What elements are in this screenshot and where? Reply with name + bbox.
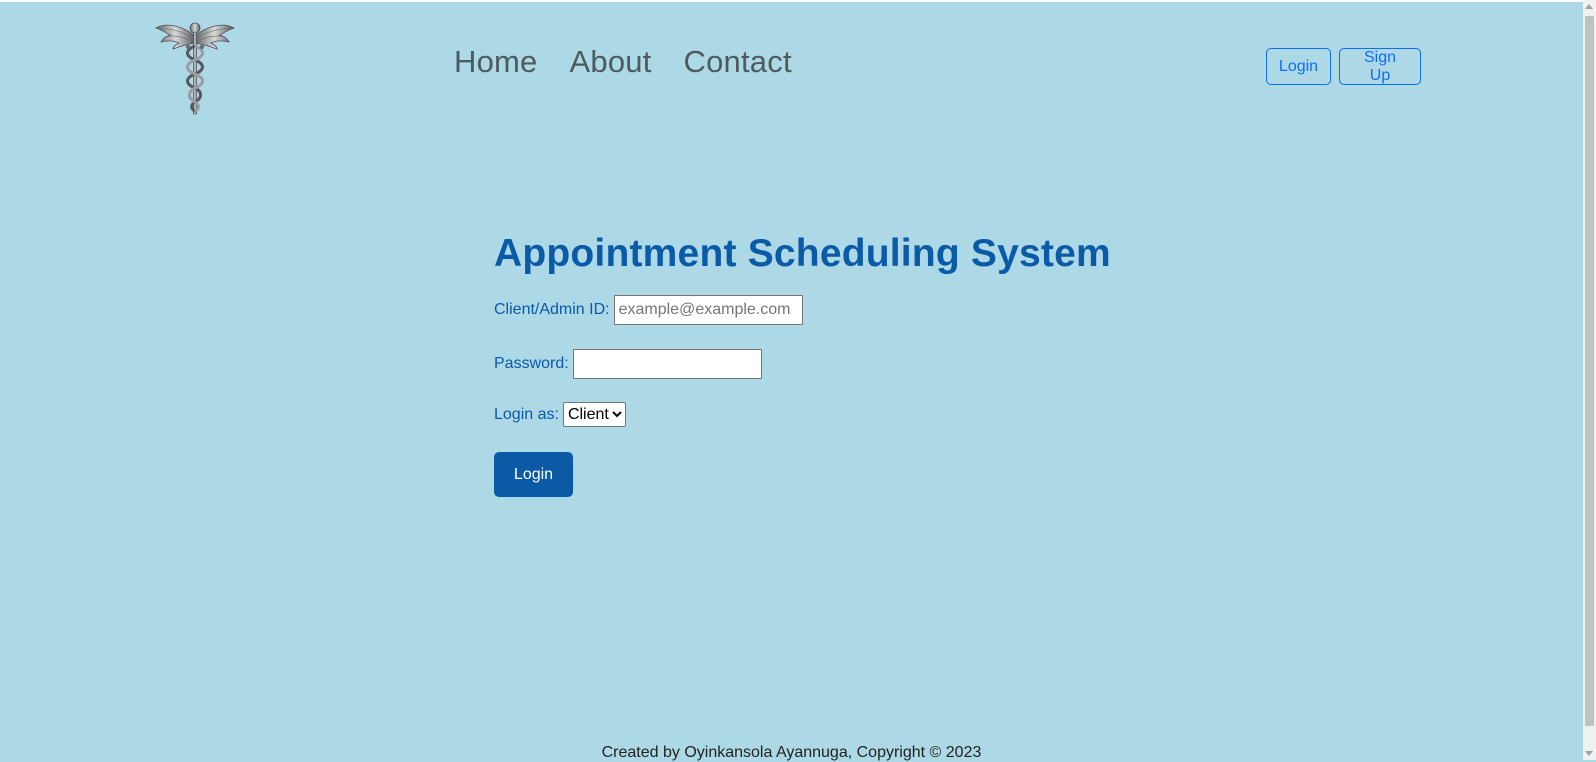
role-row: Login as: Client (494, 402, 626, 427)
nav-link-contact[interactable]: Contact (684, 44, 792, 80)
client-id-row: Client/Admin ID: (494, 295, 803, 325)
main-nav: Home About Contact (454, 44, 792, 80)
header-login-button[interactable]: Login (1266, 48, 1331, 85)
signup-button[interactable]: Sign Up (1339, 48, 1421, 85)
client-id-label: Client/Admin ID: (494, 301, 610, 318)
scrollbar-thumb[interactable] (1585, 16, 1594, 726)
role-select[interactable]: Client (562, 402, 626, 427)
page-title: Appointment Scheduling System (494, 232, 1111, 275)
page-top-edge (0, 0, 1596, 2)
nav-link-home[interactable]: Home (454, 44, 538, 80)
nav-link-about[interactable]: About (570, 44, 652, 80)
scroll-down-arrow-icon[interactable] (1585, 751, 1593, 756)
role-label: Login as: (494, 405, 559, 423)
caduceus-icon[interactable] (154, 16, 236, 116)
login-submit-button[interactable]: Login (494, 452, 573, 497)
password-row: Password: (494, 349, 762, 379)
client-id-input[interactable] (613, 295, 803, 325)
password-input[interactable] (572, 349, 762, 379)
vertical-scrollbar[interactable] (1583, 0, 1596, 760)
footer-copyright: Created by Oyinkansola Ayannuga, Copyrig… (601, 744, 982, 761)
login-form-header: Appointment Scheduling System (494, 232, 1111, 276)
scroll-up-arrow-icon[interactable] (1585, 4, 1593, 9)
password-label: Password: (494, 355, 569, 372)
